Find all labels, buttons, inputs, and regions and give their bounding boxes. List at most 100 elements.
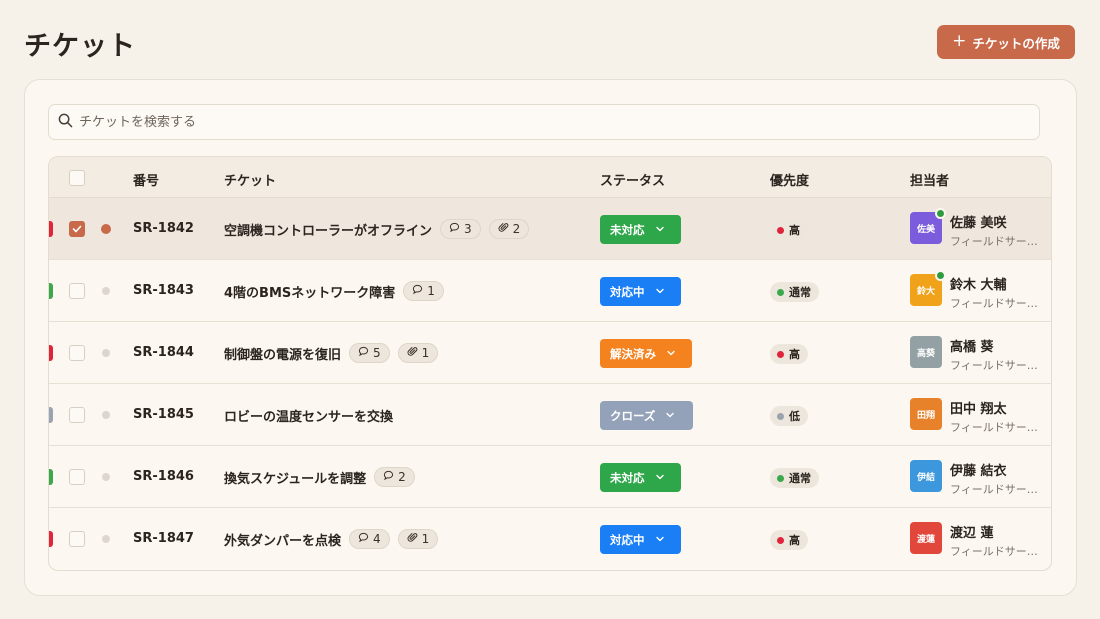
column-header-status[interactable]: ステータス [600,170,665,189]
avatar: 高葵 [910,336,942,368]
priority-label: 高 [789,534,800,547]
ticket-id[interactable]: SR-1845 [133,407,194,422]
avatar: 伊結 [910,460,942,492]
column-header-ticket[interactable]: チケット [224,170,276,189]
status-dropdown[interactable]: 未対応 [600,463,681,492]
priority-accent-bar [49,531,53,547]
ticket-title[interactable]: ロビーの温度センサーを交換 [224,406,393,425]
table-row[interactable]: SR-1847 外気ダンパーを点検 4 1 対応中 高 渡蓮 渡辺 蓮フィールドサー… [49,508,1051,570]
status-label: 対応中 [610,532,645,547]
unread-indicator [102,349,110,357]
chevron-down-icon [655,471,665,485]
tickets-table: 番号 チケット ステータス 優先度 担当者 SR-1842 空調機コントローラーが… [48,156,1052,571]
status-dropdown[interactable]: 解決済み [600,339,692,368]
page-title: チケット [24,31,136,62]
column-header-assignee[interactable]: 担当者 [910,170,949,189]
priority-label: 高 [789,348,800,361]
avatar: 鈴大 [910,270,946,306]
comment-count-chip: 5 [349,343,390,363]
avatar-initials: 高葵 [916,348,935,359]
row-checkbox[interactable] [69,469,85,485]
comment-icon [412,284,423,298]
assignee-role: フィールドサー… [950,297,1038,310]
avatar: 田翔 [910,398,942,430]
ticket-id[interactable]: SR-1843 [133,283,194,298]
status-dropdown[interactable]: 未対応 [600,215,681,244]
status-dropdown[interactable]: 対応中 [600,277,681,306]
ticket-title-cell: 外気ダンパーを点検 4 1 [224,527,439,551]
priority-dot [777,288,784,296]
unread-indicator [102,535,110,543]
create-ticket-button[interactable]: + チケットの作成 [937,25,1075,59]
table-header: 番号 チケット ステータス 優先度 担当者 [49,157,1051,198]
comment-count: 5 [373,346,381,360]
unread-indicator [101,224,111,234]
paperclip-icon [407,346,418,360]
ticket-title[interactable]: 換気スケジュールを調整 [224,468,366,487]
table-row[interactable]: SR-1844 制御盤の電源を復旧 5 1 解決済み 高 高葵 高橋 葵フィールドサー… [49,322,1051,384]
status-label: 未対応 [610,470,645,485]
priority-dot [777,536,784,544]
ticket-id[interactable]: SR-1844 [133,345,194,360]
ticket-id[interactable]: SR-1847 [133,531,194,546]
chevron-down-icon [655,223,665,237]
priority-badge: 高 [770,220,808,240]
unread-indicator [102,411,110,419]
chevron-down-icon [665,409,675,423]
create-ticket-label: チケットの作成 [972,35,1060,51]
priority-accent-bar [49,345,53,361]
row-checkbox[interactable] [69,531,85,547]
priority-dot [777,350,784,358]
priority-badge: 通常 [770,468,819,488]
comment-count: 1 [427,284,435,298]
plus-icon: + [952,30,967,51]
status-label: 解決済み [610,346,656,361]
table-row[interactable]: SR-1842 空調機コントローラーがオフライン 3 2 未対応 高 佐美 佐藤 美咲 フィール… [49,198,1051,260]
ticket-title-cell: ロビーの温度センサーを交換 [224,403,393,427]
avatar-initials: 佐美 [916,224,935,235]
row-checkbox[interactable] [69,407,85,423]
ticket-id[interactable]: SR-1846 [133,469,194,484]
priority-dot [777,226,784,234]
select-all-checkbox[interactable] [69,170,85,186]
search-icon [58,113,73,132]
column-header-number[interactable]: 番号 [133,170,159,189]
ticket-title[interactable]: 制御盤の電源を復旧 [224,344,341,363]
table-row[interactable]: SR-1845 ロビーの温度センサーを交換 クローズ 低 田翔 田中 翔太 フィールドサー… [49,384,1051,446]
ticket-title-cell: 空調機コントローラーがオフライン 3 2 [224,217,530,241]
unread-indicator [102,287,110,295]
ticket-title[interactable]: 空調機コントローラーがオフライン [224,220,432,239]
row-checkbox[interactable] [69,345,85,361]
search-input[interactable] [79,114,979,130]
avatar-initials: 田翔 [916,410,935,421]
assignee-role: フィールドサー… [950,545,1038,558]
chevron-down-icon [655,533,665,547]
status-label: 対応中 [610,284,645,299]
table-row[interactable]: SR-1846 換気スケジュールを調整 2 未対応 通常 伊結 伊藤 結衣 フィールドサー… [49,446,1051,508]
priority-label: 通常 [789,472,811,485]
comment-count: 3 [464,222,472,236]
ticket-title-cell: 制御盤の電源を復旧 5 1 [224,341,439,365]
comment-icon [358,346,369,360]
status-dropdown[interactable]: 対応中 [600,525,681,554]
attachment-count-chip: 2 [488,219,530,239]
search-bar[interactable] [48,104,1040,140]
chevron-down-icon [666,347,676,361]
avatar-initials: 鈴大 [916,286,935,297]
priority-badge: 通常 [770,282,819,302]
status-dropdown[interactable]: クローズ [600,401,693,430]
priority-dot [777,412,784,420]
row-checkbox[interactable] [69,283,85,299]
column-header-priority[interactable]: 優先度 [770,170,809,189]
attachment-count: 2 [512,222,521,236]
chevron-down-icon [655,285,665,299]
assignee-role: フィールドサー… [950,421,1038,434]
ticket-title[interactable]: 外気ダンパーを点検 [224,530,341,549]
priority-accent-bar [49,283,53,299]
comment-count: 4 [373,532,381,546]
ticket-title[interactable]: 4階のBMSネットワーク障害 [224,282,395,301]
comment-count-chip: 1 [403,281,444,301]
row-checkbox[interactable] [69,221,85,237]
ticket-id[interactable]: SR-1842 [133,221,194,236]
table-row[interactable]: SR-1843 4階のBMSネットワーク障害 1 対応中 通常 鈴大 鈴木 大輔 フィールドサ… [49,260,1051,322]
